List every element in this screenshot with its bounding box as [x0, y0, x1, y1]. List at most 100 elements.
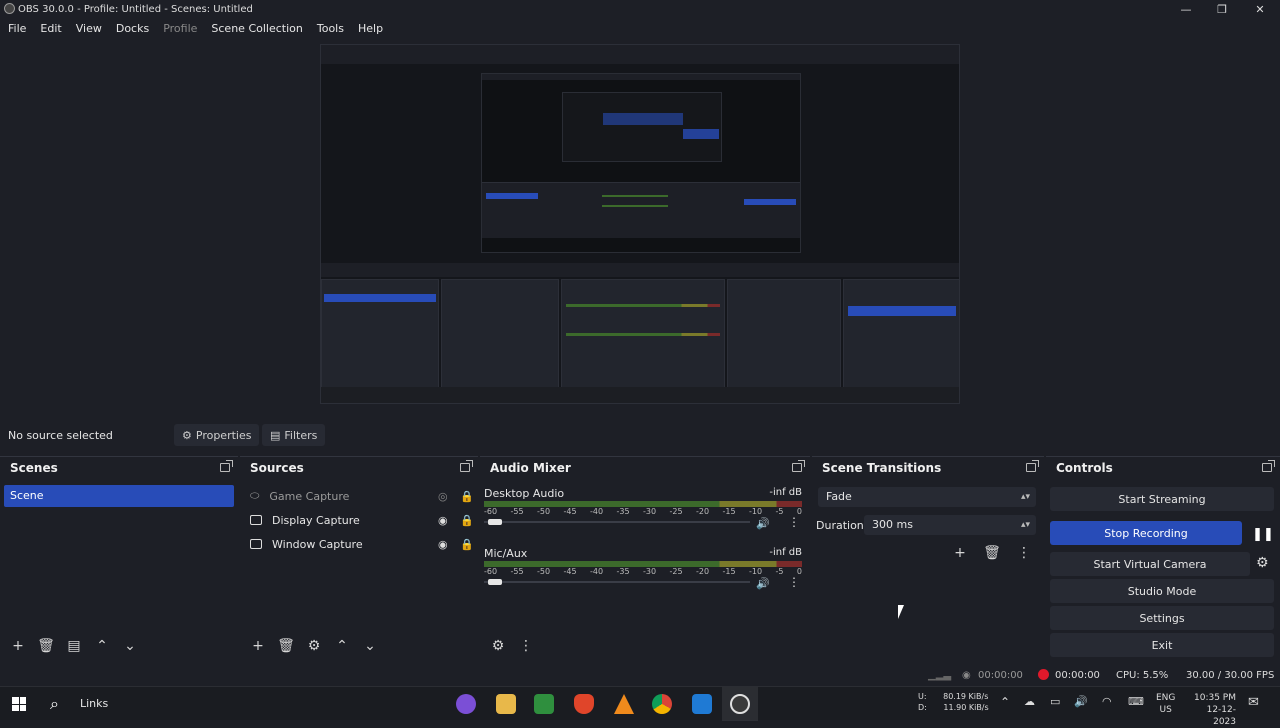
stop-recording-button[interactable]: Stop Recording	[1050, 521, 1242, 545]
file-explorer-icon[interactable]	[496, 694, 516, 714]
duration-spinbox[interactable]: 300 ms ▴▾	[864, 515, 1036, 535]
undock-icon[interactable]	[1026, 460, 1039, 472]
language-indicator[interactable]: ENG US	[1156, 692, 1175, 716]
mixer-channel-mic: Mic/Aux -inf dB -60 -55 -50 -45 -40 -35 -30 -25…	[484, 547, 806, 603]
vscode-icon[interactable]	[692, 694, 712, 714]
lock-icon[interactable]: 🔒	[460, 538, 474, 551]
eye-icon[interactable]: ◉	[438, 538, 448, 551]
tick-label: -60	[484, 507, 498, 516]
start-virtual-camera-button[interactable]: Start Virtual Camera	[1050, 552, 1250, 576]
chevron-up-icon[interactable]: ⌃	[1000, 695, 1010, 709]
maximize-icon[interactable]: ❐	[1204, 0, 1240, 18]
chevron-down-icon[interactable]: ⌄	[116, 634, 144, 658]
settings-button[interactable]: Settings	[1050, 606, 1274, 630]
tick-label: -15	[722, 507, 736, 516]
undock-icon[interactable]	[792, 460, 805, 472]
nested-meter-2	[602, 205, 668, 207]
chrome-icon[interactable]	[652, 694, 672, 714]
nested-title-bar	[321, 45, 959, 54]
preview-canvas[interactable]	[320, 44, 960, 404]
scenes-toolbar: + 🗑 ▤ ⌃ ⌄	[0, 632, 238, 660]
kebab-menu-icon[interactable]: ⋮	[1010, 541, 1038, 565]
menu-docks[interactable]: Docks	[116, 22, 149, 35]
close-icon[interactable]: ✕	[1242, 0, 1278, 18]
properties-button[interactable]: ⚙ Properties	[174, 424, 260, 446]
transition-select[interactable]: Fade ▴▾	[818, 487, 1036, 507]
messenger-app-icon[interactable]	[456, 694, 476, 714]
eye-icon[interactable]: ◉	[438, 514, 448, 527]
search-text[interactable]: Links	[80, 697, 108, 710]
source-item-game-capture[interactable]: ⬭ Game Capture ◎ 🔒	[250, 485, 474, 507]
chevron-up-icon[interactable]: ⌃	[88, 634, 116, 658]
nested-controls-dock	[843, 279, 959, 389]
nested-sources-dock	[441, 279, 559, 389]
lock-icon[interactable]: 🔒	[460, 490, 474, 503]
undock-icon[interactable]	[220, 460, 233, 472]
tick-label: -45	[563, 507, 577, 516]
vlc-icon[interactable]	[614, 694, 634, 714]
chevron-down-icon[interactable]: ⌄	[356, 634, 384, 658]
add-icon[interactable]: +	[244, 634, 272, 658]
exit-button[interactable]: Exit	[1050, 633, 1274, 657]
notification-icon[interactable]: ✉	[1248, 695, 1259, 710]
kebab-menu-icon[interactable]: ⋮	[788, 515, 800, 529]
volume-icon[interactable]: 🔊	[1074, 695, 1088, 708]
filters-button[interactable]: ▤ Filters	[262, 424, 326, 446]
speaker-icon[interactable]: 🔊	[756, 517, 770, 530]
menu-scene-collection[interactable]: Scene Collection	[211, 22, 302, 35]
tick-label: -10	[749, 507, 763, 516]
trash-icon[interactable]: 🗑	[32, 634, 60, 658]
brave-browser-icon[interactable]	[574, 694, 594, 714]
volume-slider[interactable]	[488, 519, 502, 525]
volume-slider-track[interactable]	[484, 581, 750, 583]
battery-icon[interactable]: ▭	[1050, 695, 1060, 708]
wifi-icon[interactable]: ◠	[1102, 695, 1112, 708]
mixer-list: Desktop Audio -inf dB -60 -55 -50 -45 -40 -35…	[480, 479, 810, 632]
kebab-menu-icon[interactable]: ⋮	[788, 575, 800, 589]
menu-file[interactable]: File	[8, 22, 26, 35]
volume-slider[interactable]	[488, 579, 502, 585]
undock-icon[interactable]	[1262, 460, 1275, 472]
gear-icon[interactable]: ⚙	[300, 634, 328, 658]
eye-hidden-icon[interactable]: ◎	[438, 490, 448, 503]
menu-view[interactable]: View	[76, 22, 102, 35]
tick-label: -55	[510, 567, 524, 576]
obs-logo-icon	[4, 3, 15, 14]
chevron-up-icon[interactable]: ⌃	[328, 634, 356, 658]
trash-icon[interactable]: 🗑	[978, 541, 1006, 565]
windows-start-icon[interactable]	[12, 697, 26, 711]
keyboard-icon[interactable]: ⌨	[1128, 695, 1144, 708]
mixer-header: Audio Mixer	[480, 457, 810, 479]
clock[interactable]: 10:35 PM 12-12-2023	[1186, 692, 1236, 728]
spin-arrows-icon[interactable]: ▴▾	[1021, 515, 1030, 535]
add-icon[interactable]: +	[4, 634, 32, 658]
gear-icon[interactable]: ⚙	[484, 634, 512, 658]
cloud-icon[interactable]: ☁	[1024, 695, 1035, 708]
lock-icon[interactable]: 🔒	[460, 514, 474, 527]
kebab-menu-icon[interactable]: ⋮	[512, 634, 540, 658]
menu-tools[interactable]: Tools	[317, 22, 344, 35]
menu-help[interactable]: Help	[358, 22, 383, 35]
search-icon[interactable]: ⌕	[50, 694, 59, 714]
trash-icon[interactable]: 🗑	[272, 634, 300, 658]
undock-icon[interactable]	[460, 460, 473, 472]
menu-edit[interactable]: Edit	[40, 22, 61, 35]
preview-area[interactable]	[0, 38, 1280, 410]
minimize-icon[interactable]: —	[1168, 0, 1204, 18]
filter-icon[interactable]: ▤	[60, 634, 88, 658]
studio-mode-button[interactable]: Studio Mode	[1050, 579, 1274, 603]
volume-slider-track[interactable]	[484, 521, 750, 523]
spreadsheet-app-icon[interactable]	[534, 694, 554, 714]
source-item-display-capture[interactable]: Display Capture ◉ 🔒	[250, 509, 474, 531]
source-item-window-capture[interactable]: Window Capture ◉ 🔒	[250, 533, 474, 555]
chevron-updown-icon: ▴▾	[1020, 492, 1030, 502]
pause-icon[interactable]: ❚❚	[1252, 525, 1274, 543]
add-icon[interactable]: +	[946, 541, 974, 565]
start-streaming-button[interactable]: Start Streaming	[1050, 487, 1274, 511]
scene-item[interactable]: Scene	[4, 485, 234, 507]
gear-icon[interactable]: ⚙	[1256, 555, 1269, 571]
speaker-icon[interactable]: 🔊	[756, 577, 770, 590]
nested-stop-btn	[744, 199, 796, 205]
menu-profile[interactable]: Profile	[163, 22, 197, 35]
network-speed: U: 80.19 KiB/s D: 11.90 KiB/s	[918, 691, 989, 713]
